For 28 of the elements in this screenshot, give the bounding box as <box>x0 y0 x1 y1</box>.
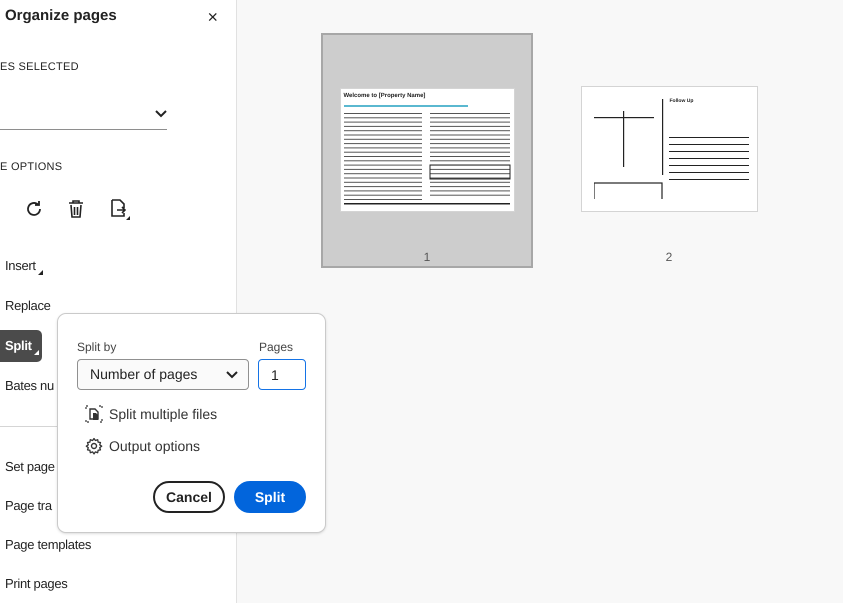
chevron-down-icon <box>155 110 167 118</box>
tool-item[interactable]: Page templates <box>0 528 94 560</box>
field-label: Pages <box>259 339 294 354</box>
tool-item[interactable]: Split <box>0 330 42 362</box>
tool-item[interactable]: Insert <box>0 250 46 282</box>
split-button[interactable]: Split <box>234 481 306 513</box>
page-number: 2 <box>666 249 672 266</box>
section-heading: ES SELECTED <box>0 60 80 74</box>
close-button[interactable]: × <box>207 8 218 26</box>
field-label: Split by <box>77 339 118 354</box>
trash-icon[interactable] <box>66 199 86 220</box>
settings-icon <box>85 437 103 455</box>
option-link[interactable]: Output options <box>85 436 306 456</box>
tool-item[interactable]: Set page <box>0 450 57 482</box>
extract-page-icon[interactable] <box>108 198 130 220</box>
page-number: 1 <box>424 249 430 266</box>
documents-icon <box>85 405 103 423</box>
cancel-button[interactable]: Cancel <box>153 481 225 513</box>
tool-item[interactable]: Replace <box>0 290 61 322</box>
pages-input[interactable]: 1 <box>258 359 306 390</box>
split-by-dropdown[interactable]: Number of pages <box>77 359 249 390</box>
tool-item[interactable]: Print pages <box>0 568 70 600</box>
chevron-down-icon <box>226 370 238 378</box>
section-heading: E OPTIONS <box>0 160 64 174</box>
option-link[interactable]: Split multiple files <box>85 404 306 424</box>
panel-title: Organize pages <box>5 6 117 26</box>
tool-item[interactable]: Page tra <box>0 489 54 522</box>
tool-item[interactable]: Bates nu <box>0 370 64 402</box>
